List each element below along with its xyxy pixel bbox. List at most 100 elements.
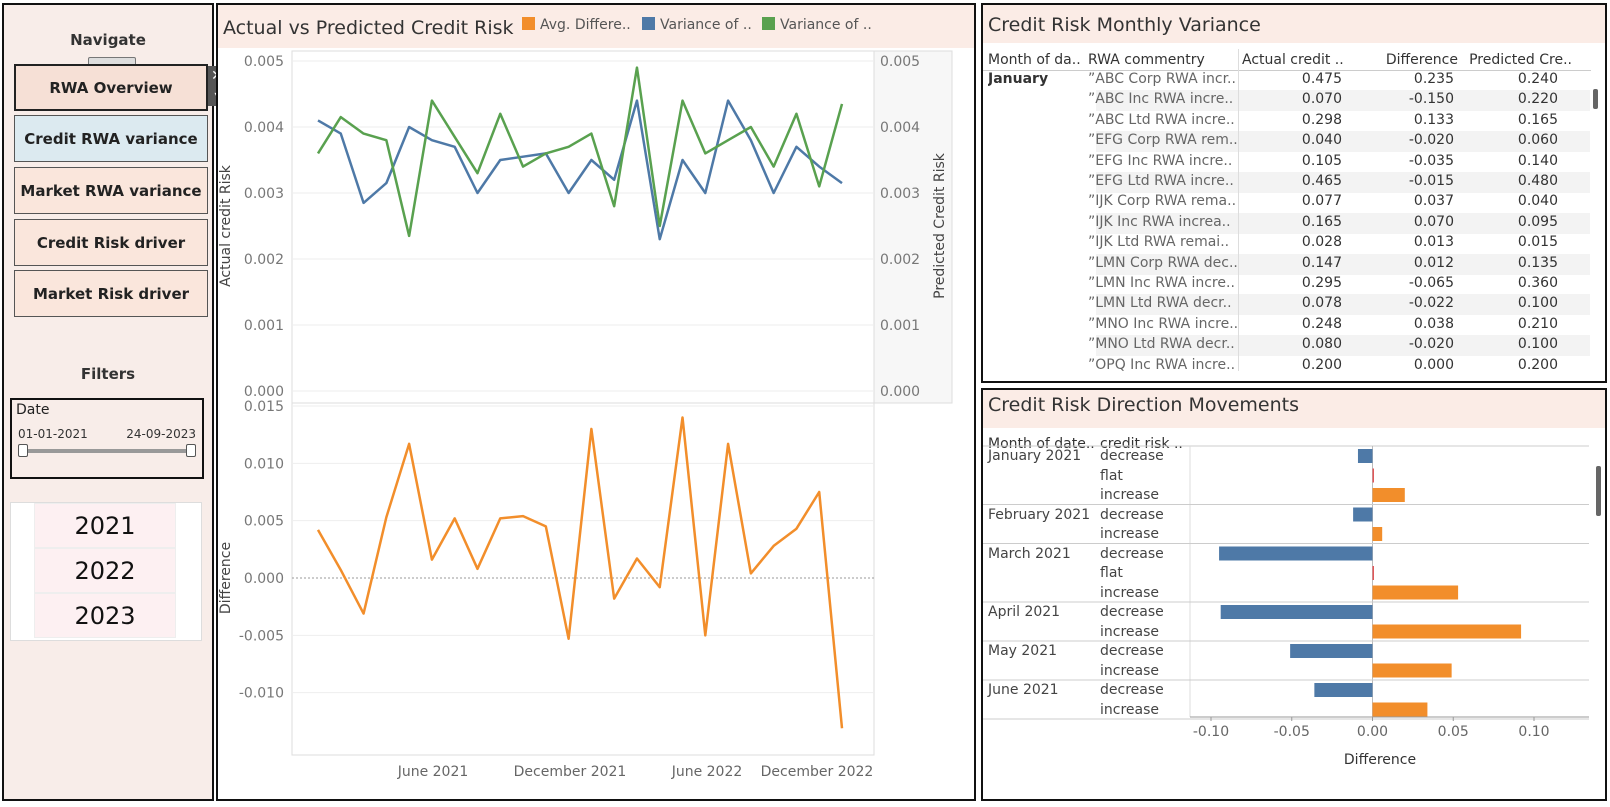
navigate-title: Navigate [70,31,146,49]
table-title: Credit Risk Monthly Variance [988,14,1261,36]
table-column-header[interactable]: Month of da.. [988,52,1083,68]
y-axis-label-left: Actual credit Risk [218,164,234,287]
table-value-cell: 0.133 [1413,111,1454,128]
y-tick-label-left: 0.005 [244,54,284,70]
table-header: Credit Risk Monthly Variance [983,5,1605,43]
table-column-header[interactable]: Difference [1373,52,1458,68]
legend-swatch-green [762,17,775,30]
table-value-cell: 0.220 [1517,91,1558,108]
table-value-cell: 0.200 [1301,356,1342,373]
table-column-header[interactable]: RWA commentry [1088,52,1238,68]
nav-button-rwa-overview[interactable]: RWA Overview [14,64,208,111]
x-tick-label: 0.05 [1438,724,1469,740]
actual-vs-predicted-panel: Actual vs Predicted Credit Risk Avg. Dif… [216,3,976,801]
bar-decrease [1314,683,1373,697]
bar-increase [1372,702,1428,717]
table-value-cell: -0.150 [1408,91,1454,108]
bar-increase [1372,585,1459,600]
table-value-cell: 0.077 [1301,193,1342,210]
table-value-cell: 0.235 [1413,71,1454,87]
column-divider [1238,49,1239,371]
x-tick-label: -0.10 [1193,724,1229,740]
y-tick-label-left: 0.004 [244,120,284,136]
bar-header: Credit Risk Direction Movements [983,390,1605,428]
legend-label: Avg. Differe.. [540,17,631,33]
bar-flat [1372,566,1374,580]
date-slider-track[interactable] [22,449,192,453]
bar-increase [1372,624,1522,639]
top-plot-area [291,50,875,404]
nav-button-credit-rwa-variance[interactable]: Credit RWA variance [14,115,208,162]
x-tick-label: December 2022 [761,764,874,780]
legend-item-variance-blue[interactable]: Variance of .. [642,17,752,33]
legend-label: Variance of .. [660,17,752,33]
date-slider-start-handle[interactable] [18,444,28,457]
table-value-cell: 0.028 [1301,234,1342,251]
table-commentry-cell: ”ABC Inc RWA incre.. [1088,91,1234,108]
legend-item-avg-difference[interactable]: Avg. Differe.. [522,17,631,33]
bar-chart-svg[interactable]: -0.10 -0.05 0.00 0.05 0.10 Difference [983,428,1605,799]
bar-increase [1372,488,1405,502]
table-value-cell: 0.298 [1301,111,1342,128]
table-commentry-cell: ”OPQ Inc RWA incre.. [1088,356,1236,373]
bar-increase [1372,527,1383,541]
table-value-cell: 0.040 [1517,193,1558,210]
bottom-plot-area [291,402,875,756]
y-axis-label-right: Predicted Credit Risk [932,152,948,299]
table-value-cell: 0.360 [1517,275,1558,291]
table-column-header[interactable]: Actual credit .. [1242,52,1367,68]
x-tick-label: 0.10 [1518,724,1549,740]
nav-button-market-risk-driver[interactable]: Market Risk driver [14,270,208,317]
table-value-cell: -0.035 [1408,152,1454,169]
table-scrollbar[interactable] [1593,89,1598,109]
date-start-value: 01-01-2021 [18,427,88,441]
year-item-2021[interactable]: 2021 [34,503,176,548]
date-end-value: 24-09-2023 [126,427,196,441]
table-column-header[interactable]: Predicted Cre.. [1462,52,1572,68]
y-tick-label-left: 0.001 [244,318,284,334]
table-month-cell: January [988,71,1049,87]
monthly-variance-panel: Credit Risk Monthly Variance Month of da… [981,3,1607,383]
table-value-cell: 0.295 [1301,275,1342,291]
bar-scrollbar[interactable] [1596,466,1601,516]
table-value-cell: 0.095 [1517,213,1558,230]
y-tick-label-right: 0.003 [880,186,920,202]
legend-label: Variance of .. [780,17,872,33]
legend-swatch-orange [522,17,535,30]
nav-button-market-rwa-variance[interactable]: Market RWA variance [14,167,208,214]
bar-flat [1372,468,1374,483]
year-item-2023[interactable]: 2023 [34,593,176,638]
table-value-cell: 0.015 [1517,234,1558,251]
date-slider-end-handle[interactable] [186,444,196,457]
navigation-panel: Navigate RWA Overview ✕ ▾ Credit RWA var… [2,3,226,801]
table-value-cell: 0.013 [1413,234,1454,251]
date-filter-label: Date [16,402,50,418]
table-value-cell: 0.078 [1301,295,1342,312]
legend-item-variance-green[interactable]: Variance of .. [762,17,872,33]
table-value-cell: 0.100 [1517,295,1558,312]
table-commentry-cell: ”MNO Inc RWA incre.. [1088,315,1238,332]
table-value-cell: 0.248 [1301,315,1342,332]
table-commentry-cell: ”LMN Corp RWA dec.. [1088,254,1238,271]
table-commentry-cell: ”LMN Inc RWA incre.. [1088,275,1235,291]
table-value-cell: 0.475 [1301,71,1342,87]
bar-decrease [1353,507,1373,522]
table-value-cell: -0.022 [1408,295,1454,312]
table-commentry-cell: ”EFG Inc RWA incre.. [1088,152,1233,169]
y-tick-label-left: 0.002 [244,252,284,268]
table-value-cell: 0.165 [1517,111,1558,128]
x-tick-label: -0.05 [1274,724,1310,740]
date-range-filter[interactable]: Date 01-01-2021 24-09-2023 [10,398,204,479]
table-value-cell: 0.000 [1413,356,1454,373]
x-tick-label: June 2021 [397,764,469,780]
y-tick-label: 0.010 [244,456,284,472]
table-commentry-cell: ”IJK Corp RWA rema.. [1088,193,1237,210]
table-value-cell: -0.020 [1408,132,1454,149]
filters-title: Filters [80,365,136,383]
y-tick-label-left: 0.003 [244,186,284,202]
year-item-2022[interactable]: 2022 [34,548,176,593]
line-charts-svg[interactable]: 0.000 0.000 0.001 0.001 0.002 0.002 0.003 0.003… [218,48,974,799]
nav-button-credit-risk-driver[interactable]: Credit Risk driver [14,219,208,266]
direction-movements-panel: Credit Risk Direction Movements Month of… [981,388,1607,801]
table-value-cell: 0.080 [1301,336,1342,353]
